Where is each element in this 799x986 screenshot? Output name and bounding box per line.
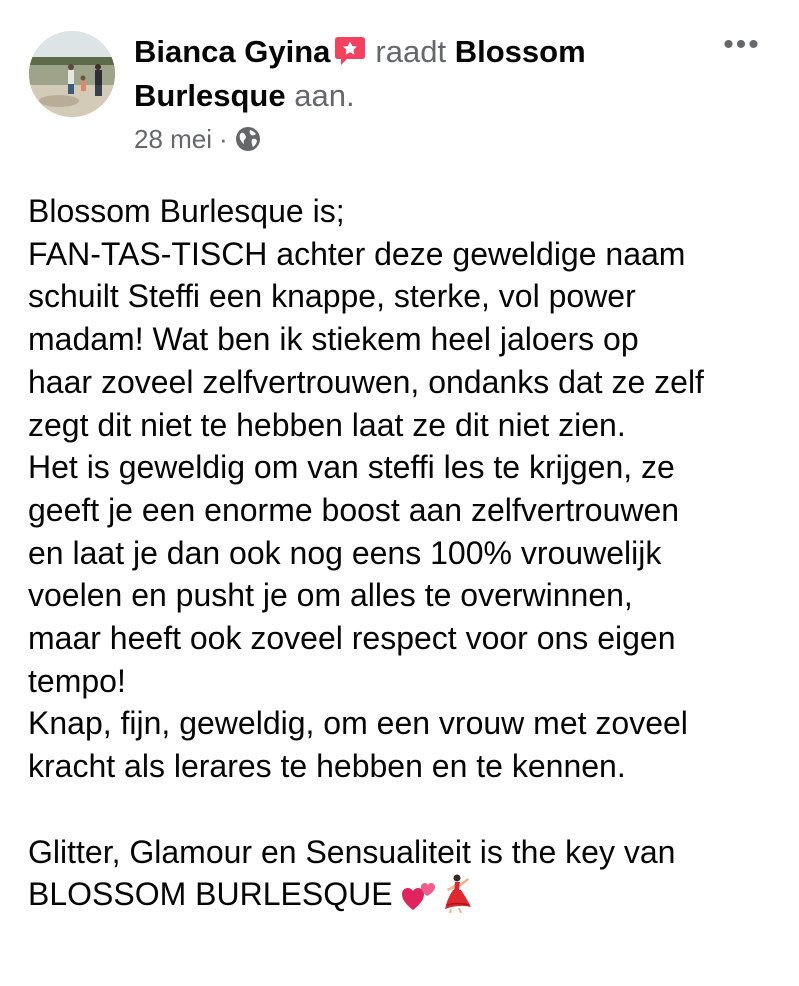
dancer-icon: [445, 874, 472, 914]
post-line: BLOSSOM BURLESQUE: [28, 876, 393, 913]
post-line: Blossom Burlesque is;: [28, 193, 345, 229]
post-line: tempo!: [28, 662, 126, 699]
two-hearts-icon: [402, 883, 436, 911]
post-text: Blossom Burlesque is; FAN-TAS-TISCH acht…: [28, 190, 788, 916]
post-line: kracht als lerares te hebben en te kenne…: [28, 748, 626, 785]
post-line: geeft je een enorme boost aan zelfvertro…: [28, 491, 680, 528]
globe-icon: [235, 127, 260, 151]
more-options-icon[interactable]: •••: [722, 30, 762, 60]
meta-separator: ·: [219, 124, 228, 154]
recommend-verb: raadt: [375, 34, 447, 69]
post-line: en laat je dan ook nog eens 100% vrouwel…: [28, 534, 662, 571]
recommend-suffix: aan.: [294, 78, 355, 113]
recommendation-icon: [335, 37, 366, 65]
post-line: Glitter, Glamour en Sensualiteit is the …: [28, 833, 676, 870]
post-date[interactable]: 28 mei: [134, 121, 212, 157]
post-line: madam! Wat ben ik stiekem heel jaloers o…: [28, 321, 639, 358]
post-line: zegt dit niet te hebben laat ze dit niet…: [28, 406, 626, 443]
post-title: Bianca Gyina raadt Blossom Burlesque aan.: [134, 30, 694, 118]
author-avatar[interactable]: [29, 31, 115, 117]
post-line: schuilt Steffi een knappe, sterke, vol p…: [28, 278, 636, 315]
post-line: Het is geweldig om van steffi les te kri…: [28, 449, 675, 486]
author-name[interactable]: Bianca Gyina: [134, 34, 330, 69]
post-meta: 28 mei ·: [134, 121, 261, 157]
post-line: voelen en pusht je om alles te overwinne…: [28, 577, 633, 614]
post-line: FAN-TAS-TISCH achter deze geweldige naam: [28, 235, 686, 272]
post-line: Knap, fijn, geweldig, om een vrouw met z…: [28, 705, 688, 742]
post-line: maar heeft ook zoveel respect voor ons e…: [28, 620, 676, 657]
post-line: haar zoveel zelfvertrouwen, ondanks dat …: [28, 363, 704, 400]
